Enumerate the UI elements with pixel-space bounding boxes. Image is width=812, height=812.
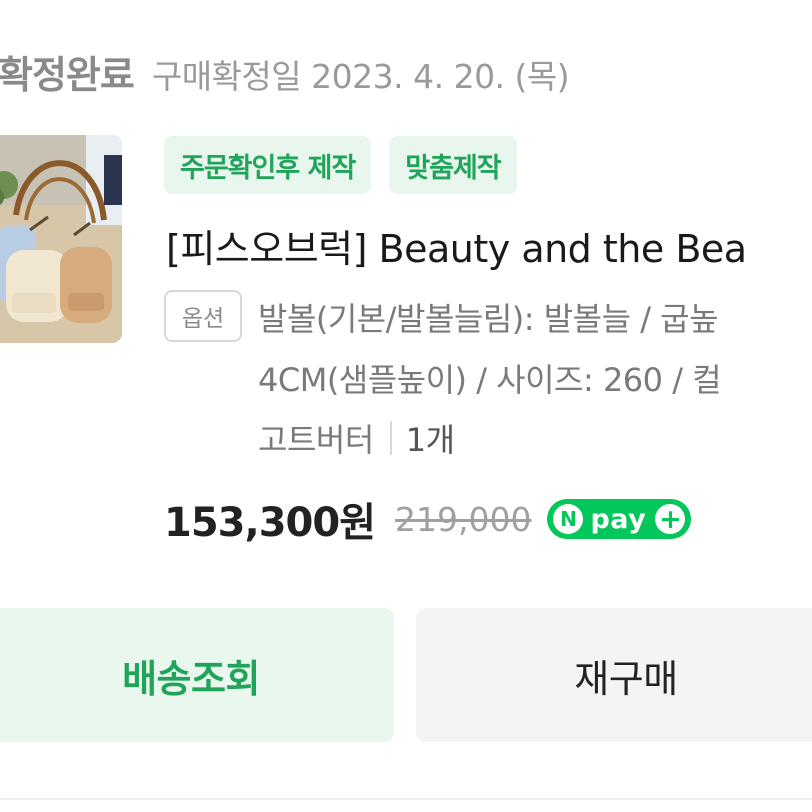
divider	[0, 798, 812, 800]
quantity: 1개	[405, 421, 455, 459]
npay-plus-badge: N pay +	[547, 499, 692, 539]
product-thumbnail-image	[0, 135, 122, 343]
product-badges: 주문확인후 제작 맞춤제작	[164, 136, 517, 194]
npay-n-icon: N	[553, 504, 584, 534]
option-line: 4CM(샘플높이) / 사이즈: 260 / 컬	[258, 361, 722, 399]
divider	[389, 421, 392, 455]
order-status-row: 확정완료 구매확정일 2023. 4. 20. (목)	[0, 44, 570, 99]
product-thumbnail[interactable]	[0, 135, 122, 343]
plus-icon: +	[655, 504, 686, 534]
npay-label: pay	[590, 503, 647, 535]
badge-custom-made: 맞춤제작	[389, 136, 517, 194]
badge-made-to-order: 주문확인후 제작	[164, 136, 372, 194]
option-tag: 옵션	[164, 290, 242, 342]
reorder-button[interactable]: 재구매	[416, 608, 812, 742]
option-line: 발볼(기본/발볼늘림): 발볼늘 / 굽높	[258, 300, 719, 338]
option-line-text: 고트버터	[258, 421, 374, 459]
confirm-date: 구매확정일 2023. 4. 20. (목)	[151, 57, 570, 96]
sale-price: 153,300원	[164, 500, 376, 546]
order-status-title: 확정완료	[0, 53, 135, 97]
original-price: 219,000	[395, 499, 532, 539]
option-line-last: 고트버터 1개	[258, 415, 455, 461]
track-delivery-button[interactable]: 배송조회	[0, 608, 394, 742]
product-title[interactable]: [피스오브럭] Beauty and the Bea	[166, 218, 747, 273]
order-item-card: 확정완료 구매확정일 2023. 4. 20. (목) 주문확인후 제작 맞춤제…	[0, 0, 812, 812]
price-row: 153,300원 219,000 N pay +	[164, 490, 692, 548]
